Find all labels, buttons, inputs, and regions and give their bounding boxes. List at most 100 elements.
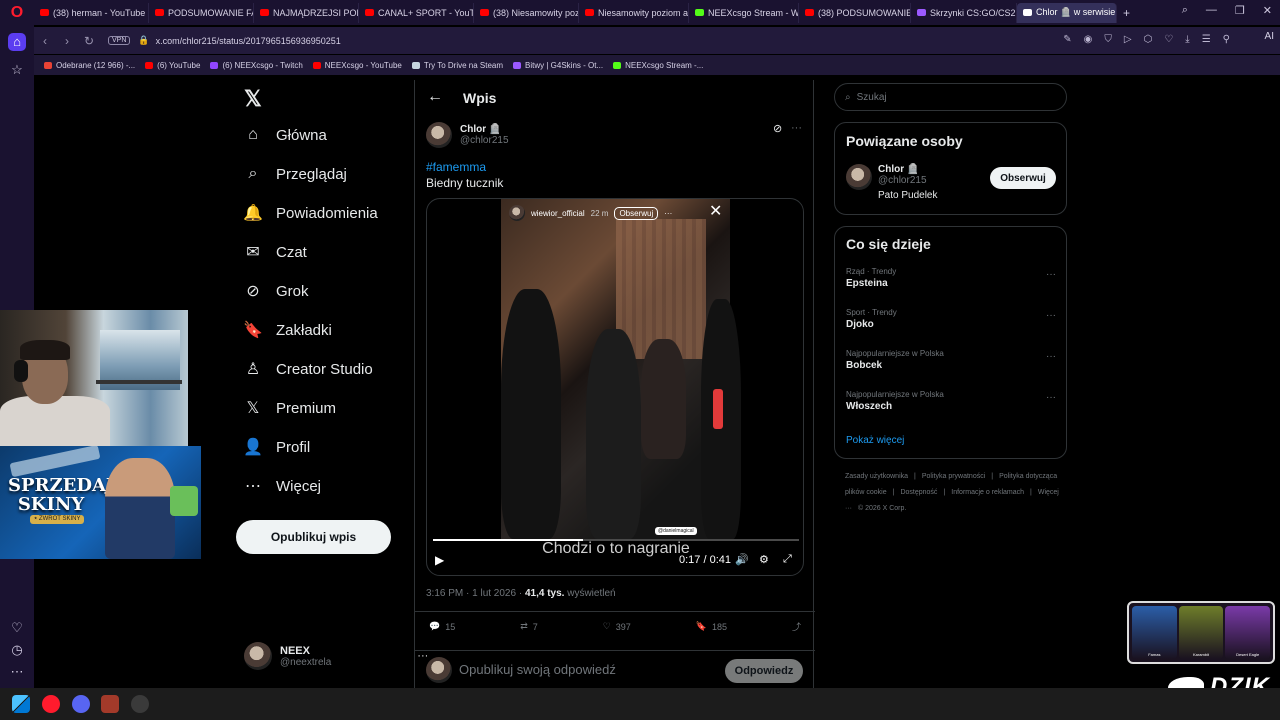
share-action[interactable]: ⤴ bbox=[792, 620, 801, 633]
play-icon[interactable]: ▷ bbox=[1124, 34, 1132, 45]
back-arrow-icon[interactable]: ← bbox=[427, 88, 443, 106]
bookmark-item[interactable]: NEEXcsgo - YouTube bbox=[312, 61, 402, 70]
related-avatar[interactable] bbox=[846, 164, 872, 190]
opera-taskbar-icon[interactable] bbox=[42, 695, 60, 713]
footer-link[interactable]: Zasady użytkownika bbox=[845, 473, 908, 480]
close-overlay-icon[interactable]: ✕ bbox=[709, 201, 722, 221]
browser-tab[interactable]: NAJMĄDRZEJSI POLITYC bbox=[254, 2, 359, 23]
post-author[interactable]: Chlor 🪦 @chlor215 bbox=[426, 122, 509, 148]
related-name[interactable]: Chlor 🪦 bbox=[878, 164, 938, 175]
post-timestamp[interactable]: 3:16 PM · 1 lut 2026 · bbox=[426, 588, 522, 599]
menu-icon[interactable]: ☰ bbox=[1202, 34, 1211, 45]
browser-tab[interactable]: CANAL+ SPORT - YouTu bbox=[359, 2, 474, 23]
search-input[interactable]: Szukaj bbox=[857, 92, 887, 103]
discord-taskbar-icon[interactable] bbox=[72, 695, 90, 713]
author-name[interactable]: Chlor 🪦 bbox=[460, 124, 509, 135]
shield-icon[interactable]: ⛉ bbox=[1104, 34, 1112, 45]
x-logo-icon[interactable]: 𝕏 bbox=[244, 86, 262, 112]
nav-item-10[interactable]: ⋯ Więcej bbox=[244, 477, 321, 496]
follow-button[interactable]: Obserwuj bbox=[990, 167, 1056, 189]
windows-start-icon[interactable] bbox=[12, 695, 30, 713]
reply-button[interactable]: Odpowiedz bbox=[725, 659, 803, 683]
trend-more-icon[interactable]: ··· bbox=[1046, 351, 1056, 362]
star-icon[interactable]: ☆ bbox=[8, 61, 26, 79]
nav-item-3[interactable]: 🔔 Powiadomienia bbox=[243, 204, 378, 223]
bookmark-item[interactable]: (6) NEEXcsgo - Twitch bbox=[210, 61, 303, 70]
nav-item-2[interactable]: ⌕ Przeglądaj bbox=[244, 165, 347, 183]
ai-button[interactable]: AI bbox=[1265, 31, 1274, 42]
bookmark-item[interactable]: Bitwy | G4Skins - Ot... bbox=[513, 61, 603, 70]
reply-input[interactable]: Opublikuj swoją odpowiedź bbox=[459, 662, 616, 677]
nav-item-7[interactable]: ♙ Creator Studio bbox=[244, 360, 373, 379]
like-action[interactable]: ♡ 397 bbox=[603, 620, 631, 633]
cube-icon[interactable]: ⬡ bbox=[1144, 34, 1153, 45]
bookmark-item[interactable]: NEEXcsgo Stream -... bbox=[613, 61, 703, 70]
camera-icon[interactable]: ◉ bbox=[1084, 34, 1093, 45]
footer-link[interactable]: Polityka prywatności bbox=[922, 473, 985, 480]
nav-item-8[interactable]: 𝕏 Premium bbox=[244, 399, 336, 418]
vpn-badge[interactable]: VPN bbox=[108, 36, 131, 45]
related-handle[interactable]: @chlor215 bbox=[878, 175, 938, 186]
history-icon[interactable]: ◷ bbox=[8, 641, 26, 659]
trend-item[interactable]: Najpopularniejsze w Polska Włoszech ··· bbox=[846, 390, 1056, 412]
nav-item-5[interactable]: ⊘ Grok bbox=[244, 282, 308, 301]
heart-icon[interactable]: ♡ bbox=[8, 619, 26, 637]
download-icon[interactable]: ⤓ bbox=[1185, 34, 1189, 45]
browser-tab[interactable]: Skrzynki CS:GO/CS2 | G bbox=[911, 2, 1017, 23]
account-switcher[interactable]: NEEX @neextrela ··· bbox=[244, 642, 428, 670]
opera-logo-icon[interactable]: O bbox=[0, 0, 34, 25]
search-box[interactable]: ⌕ Szukaj bbox=[834, 83, 1067, 111]
post-button[interactable]: Opublikuj wpis bbox=[236, 520, 391, 554]
more-sidebar-icon[interactable]: ⋯ bbox=[8, 663, 26, 681]
maximize-icon[interactable]: ❐ bbox=[1235, 4, 1245, 17]
minimize-icon[interactable]: — bbox=[1206, 4, 1217, 17]
footer-link[interactable]: © 2026 X Corp. bbox=[858, 505, 906, 512]
nav-item-6[interactable]: 🔖 Zakładki bbox=[243, 321, 332, 340]
heart-addr-icon[interactable]: ♡ bbox=[1164, 34, 1173, 45]
show-more-link[interactable]: Pokaż więcej bbox=[846, 435, 904, 446]
footer-link[interactable]: Informacje o reklamach bbox=[951, 489, 1024, 496]
post-more-icon[interactable]: ··· bbox=[791, 122, 802, 134]
obs-taskbar-icon[interactable] bbox=[131, 695, 149, 713]
author-handle[interactable]: @chlor215 bbox=[460, 135, 509, 146]
play-button-icon[interactable]: ▶ bbox=[435, 553, 444, 567]
browser-tab[interactable]: Chlor 🪦 w serwisie X: „# bbox=[1017, 2, 1117, 23]
footer-link[interactable]: Dostępność bbox=[900, 489, 937, 496]
browser-tab[interactable]: (38) Niesamowity pozio bbox=[474, 2, 579, 23]
repost-action[interactable]: ⇄ 7 bbox=[520, 620, 538, 633]
trend-item[interactable]: Sport · Trendy Djoko ··· bbox=[846, 308, 1056, 330]
bookmark-action[interactable]: 🔖 185 bbox=[696, 620, 727, 633]
app-taskbar-icon[interactable] bbox=[101, 695, 119, 713]
browser-tab[interactable]: (38) herman - YouTube bbox=[34, 2, 149, 23]
trend-more-icon[interactable]: ··· bbox=[1046, 310, 1056, 321]
settings-icon[interactable]: ⚙ bbox=[759, 553, 769, 566]
search-tabs-icon[interactable]: ⌕ bbox=[1182, 4, 1188, 17]
browser-tab[interactable]: PODSUMOWANIE FAME bbox=[149, 2, 254, 23]
edit-icon[interactable]: ✎ bbox=[1063, 34, 1071, 45]
trend-more-icon[interactable]: ··· bbox=[1046, 269, 1056, 280]
profile-icon[interactable]: ⚲ bbox=[1223, 34, 1230, 45]
nav-item-9[interactable]: 👤 Profil bbox=[243, 438, 310, 457]
author-avatar[interactable] bbox=[426, 122, 452, 148]
home-sidebar-icon[interactable]: ⌂ bbox=[8, 33, 26, 51]
related-person[interactable]: Chlor 🪦 @chlor215 Pato Pudelek bbox=[878, 164, 938, 201]
nav-item-1[interactable]: ⌂ Główna bbox=[244, 126, 327, 144]
browser-tab[interactable]: Niesamowity poziom ag bbox=[579, 2, 689, 23]
browser-tab[interactable]: NEEXcsgo Stream - Wat bbox=[689, 2, 799, 23]
reload-icon[interactable]: ↻ bbox=[78, 34, 100, 48]
video-frame[interactable]: wiewior_official 22 m Obserwuj ··· @dani… bbox=[501, 199, 741, 539]
close-window-icon[interactable]: ✕ bbox=[1263, 4, 1272, 17]
new-tab-button[interactable]: + bbox=[1123, 6, 1130, 20]
trend-item[interactable]: Najpopularniejsze w Polska Bobcek ··· bbox=[846, 349, 1056, 371]
bookmark-item[interactable]: Try To Drive na Steam bbox=[411, 61, 503, 70]
video-player[interactable]: wiewior_official 22 m Obserwuj ··· @dani… bbox=[426, 198, 804, 576]
volume-icon[interactable]: 🔊 bbox=[735, 553, 749, 566]
grok-icon[interactable]: ⊘ bbox=[773, 122, 782, 135]
fullscreen-icon[interactable]: ⤢ bbox=[783, 553, 792, 566]
trend-more-icon[interactable]: ··· bbox=[1046, 392, 1056, 403]
trend-item[interactable]: Rząd · Trendy Epsteina ··· bbox=[846, 267, 1056, 289]
hashtag-link[interactable]: #famemma bbox=[426, 160, 486, 174]
forward-icon[interactable]: › bbox=[56, 34, 78, 48]
browser-tab[interactable]: (38) PODSUMOWANIE F bbox=[799, 2, 911, 23]
nav-item-4[interactable]: ✉ Czat bbox=[244, 243, 307, 262]
